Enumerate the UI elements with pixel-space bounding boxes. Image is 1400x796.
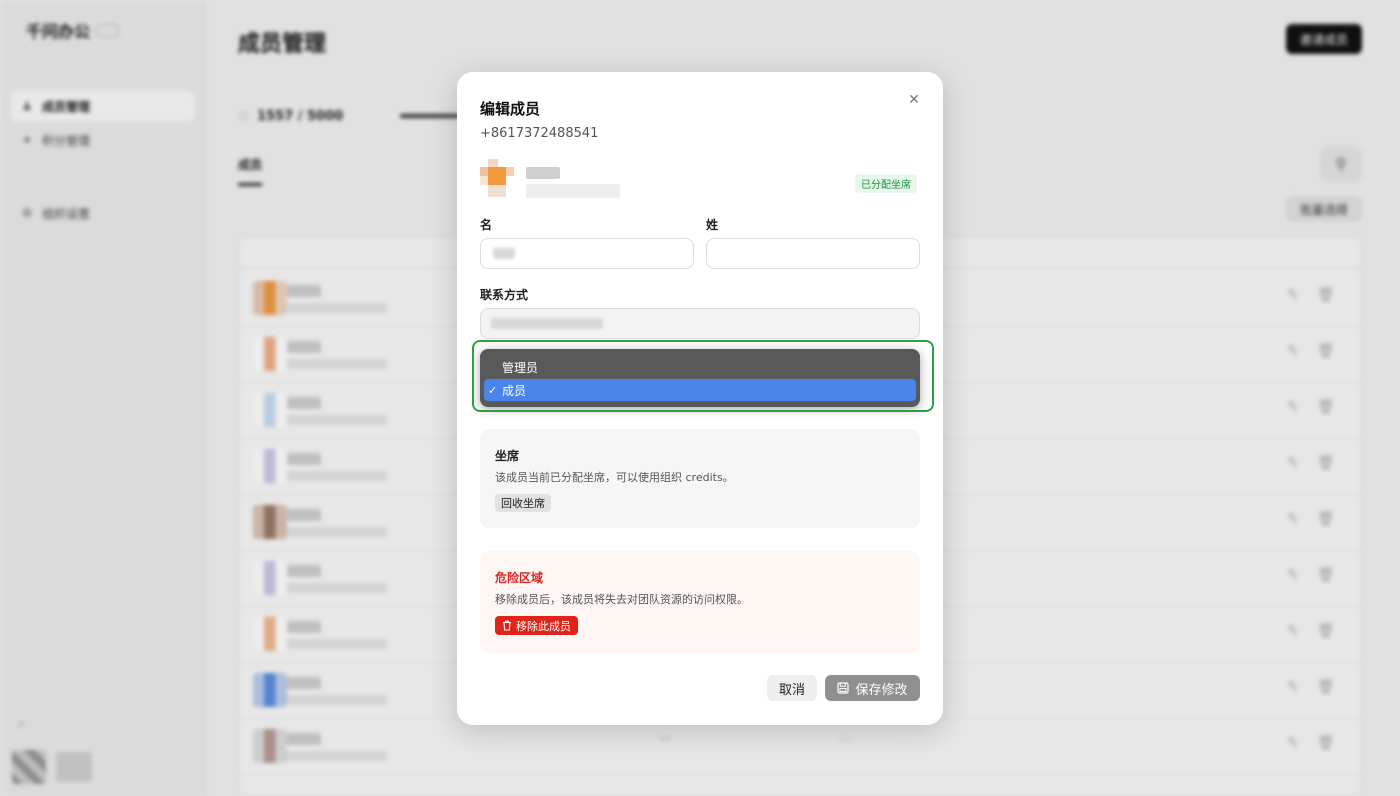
danger-zone-title: 危险区域	[495, 571, 544, 585]
first-name-field[interactable]	[480, 238, 694, 269]
reclaim-seat-button[interactable]: 回收坐席	[495, 494, 551, 512]
member-email-blurred	[526, 184, 620, 198]
close-icon[interactable]: ✕	[907, 92, 921, 108]
contact-label: 联系方式	[480, 288, 529, 302]
member-name-blurred	[526, 167, 560, 179]
save-button[interactable]: 保存修改	[825, 675, 920, 701]
avatar	[480, 159, 514, 201]
last-name-field[interactable]	[706, 238, 920, 269]
remove-member-label: 移除此成员	[516, 619, 571, 633]
last-name-label: 姓	[706, 218, 719, 232]
seat-section: 坐席 该成员当前已分配坐席，可以使用组织 credits。 回收坐席	[480, 429, 920, 528]
seat-section-description: 该成员当前已分配坐席，可以使用组织 credits。	[495, 471, 734, 484]
save-icon	[837, 682, 850, 694]
danger-zone: 危险区域 移除成员后，该成员将失去对团队资源的访问权限。 移除此成员	[480, 551, 920, 653]
save-button-label: 保存修改	[855, 682, 908, 698]
contact-field[interactable]	[480, 308, 920, 339]
cancel-button[interactable]: 取消	[767, 675, 817, 701]
member-phone: +8617372488541	[480, 126, 599, 141]
seat-section-title: 坐席	[495, 449, 520, 463]
remove-member-button[interactable]: 移除此成员	[495, 616, 578, 635]
status-badge: 已分配坐席	[855, 174, 917, 193]
dialog-title: 编辑成员	[480, 100, 541, 118]
selection-highlight-frame	[472, 340, 934, 412]
danger-zone-description: 移除成员后，该成员将失去对团队资源的访问权限。	[495, 593, 748, 606]
first-name-label: 名	[480, 218, 493, 232]
trash-icon	[503, 620, 511, 631]
